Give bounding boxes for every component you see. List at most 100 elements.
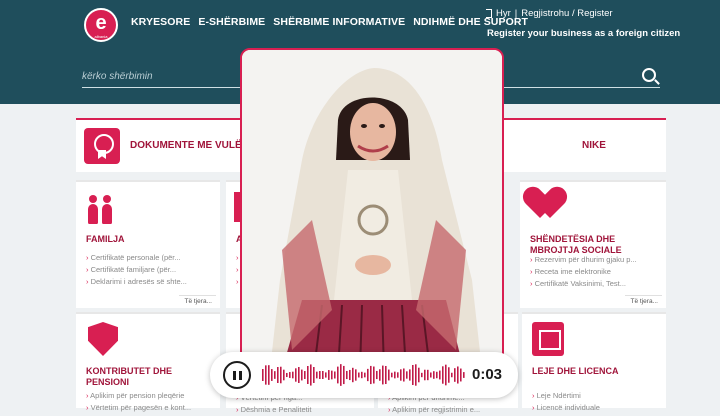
waveform-bar	[289, 372, 291, 378]
presenter-illustration	[242, 50, 502, 366]
waveform-bar	[352, 367, 354, 383]
logo-subtext: albania	[94, 34, 108, 39]
waveform-bar	[310, 364, 312, 386]
waveform-bar	[358, 372, 360, 378]
waveform-bar	[421, 372, 423, 378]
service-link[interactable]: Deklarimi i adresës së shte...	[86, 276, 187, 288]
waveform-bar	[322, 370, 324, 380]
waveform-bar	[271, 369, 273, 381]
waveform-bar	[463, 372, 465, 378]
waveform-bar	[364, 372, 366, 378]
award-seal-icon	[84, 128, 120, 164]
waveform-bar	[445, 364, 447, 386]
waveform-bar	[328, 370, 330, 380]
video-overlay[interactable]	[240, 48, 504, 368]
service-link[interactable]	[236, 252, 239, 264]
family-shield-icon	[88, 322, 118, 356]
waveform-bar	[433, 371, 435, 379]
audio-waveform	[262, 364, 465, 386]
card-title: KONTRIBUTET DHE PENSIONI	[86, 366, 172, 388]
waveform-bar	[298, 367, 300, 383]
card-title-line: SHËNDETËSIA DHE	[530, 234, 616, 244]
e-albania-logo[interactable]: e albania	[84, 8, 118, 42]
waveform-bar	[307, 366, 309, 384]
waveform-bar	[262, 369, 264, 381]
waveform-bar	[457, 366, 459, 384]
waveform-bar	[454, 368, 456, 382]
service-link[interactable]: Vërtetim për pagesën e kont...	[86, 402, 191, 414]
search-icon[interactable]	[642, 68, 656, 82]
service-link[interactable]: Certifikatë Vaksinimi, Test...	[530, 278, 637, 290]
waveform-bar	[292, 371, 294, 379]
waveform-bar	[313, 367, 315, 383]
card-title: FAMILJA	[86, 234, 125, 244]
nav-info-services[interactable]: SHËRBIME INFORMATIVE	[273, 16, 405, 28]
banner-title: DOKUMENTE ME VULË EL	[130, 140, 258, 151]
waveform-bar	[382, 365, 384, 385]
foreign-register-link[interactable]: Register your business as a foreign citi…	[487, 28, 680, 39]
waveform-bar	[391, 372, 393, 378]
logo-letter: e	[95, 12, 107, 34]
waveform-bar	[319, 371, 321, 379]
service-link[interactable]: Certifikatë personale (për...	[86, 252, 187, 264]
waveform-bar	[283, 369, 285, 381]
banner-title-end: NIKE	[582, 140, 606, 151]
service-link[interactable]	[236, 276, 239, 288]
service-link[interactable]: Aplikim për regjistrimin e...	[388, 404, 480, 416]
waveform-bar	[403, 368, 405, 382]
main-nav: KRYESORE E-SHËRBIME SHËRBIME INFORMATIVE…	[131, 16, 528, 28]
waveform-bar	[379, 369, 381, 381]
waveform-bar	[268, 365, 270, 385]
login-link[interactable]: Hyr	[496, 8, 511, 19]
waveform-bar	[388, 369, 390, 381]
service-list: Leje Ndërtimi Licencë individuale	[532, 390, 600, 414]
service-link[interactable]: Licencë individuale	[532, 402, 600, 414]
nav-e-services[interactable]: E-SHËRBIME	[198, 16, 265, 28]
waveform-bar	[406, 371, 408, 379]
family-icon	[86, 192, 118, 224]
pension-card[interactable]: KONTRIBUTET DHE PENSIONI Aplikim për pen…	[76, 312, 220, 412]
health-card[interactable]: SHËNDETËSIA DHE MBROJTJA SOCIALE Rezervi…	[520, 180, 666, 308]
waveform-bar	[412, 364, 414, 386]
waveform-bar	[286, 372, 288, 378]
waveform-bar	[265, 365, 267, 385]
auth-separator: |	[514, 8, 518, 19]
license-card[interactable]: LEJE DHE LICENCA Leje Ndërtimi Licencë i…	[522, 312, 666, 412]
waveform-bar	[397, 372, 399, 378]
audio-player: 0:03	[210, 352, 518, 398]
playback-time: 0:03	[472, 366, 503, 383]
waveform-bar	[355, 369, 357, 381]
waveform-bar	[331, 370, 333, 380]
service-link[interactable]: Leje Ndërtimi	[532, 390, 600, 402]
pause-icon[interactable]	[223, 361, 251, 389]
service-link[interactable]: Receta ime elektronike	[530, 266, 637, 278]
service-link[interactable]: Certifikatë familjare (për...	[86, 264, 187, 276]
more-link[interactable]: Të tjera...	[178, 295, 217, 305]
waveform-bar	[274, 371, 276, 379]
waveform-bar	[343, 365, 345, 385]
service-link[interactable]: Rezervim për dhurim gjaku p...	[530, 254, 637, 266]
heart-pulse-icon	[530, 188, 568, 222]
waveform-bar	[280, 366, 282, 384]
card-title-line: PENSIONI	[86, 377, 130, 387]
waveform-bar	[295, 368, 297, 382]
register-link[interactable]: Regjistrohu / Register	[521, 8, 612, 19]
waveform-bar	[409, 369, 411, 381]
card-title: LEJE DHE LICENCA	[532, 366, 619, 376]
waveform-bar	[370, 365, 372, 385]
waveform-bar	[376, 370, 378, 380]
service-link[interactable]: Aplikim për pension pleqërie	[86, 390, 191, 402]
nav-home[interactable]: KRYESORE	[131, 16, 190, 28]
waveform-bar	[367, 368, 369, 382]
more-link[interactable]: Të tjera...	[624, 295, 663, 305]
auth-links: Hyr | Regjistrohu / Register	[486, 8, 613, 19]
service-link[interactable]: Dëshmia e Penalitetit	[236, 404, 312, 416]
waveform-bar	[418, 367, 420, 383]
family-card[interactable]: FAMILJA Certifikatë personale (për... Ce…	[76, 180, 220, 308]
waveform-bar	[337, 366, 339, 384]
service-link[interactable]	[236, 264, 239, 276]
waveform-bar	[334, 371, 336, 379]
waveform-bar	[301, 369, 303, 381]
waveform-bar	[325, 372, 327, 378]
waveform-bar	[394, 371, 396, 379]
